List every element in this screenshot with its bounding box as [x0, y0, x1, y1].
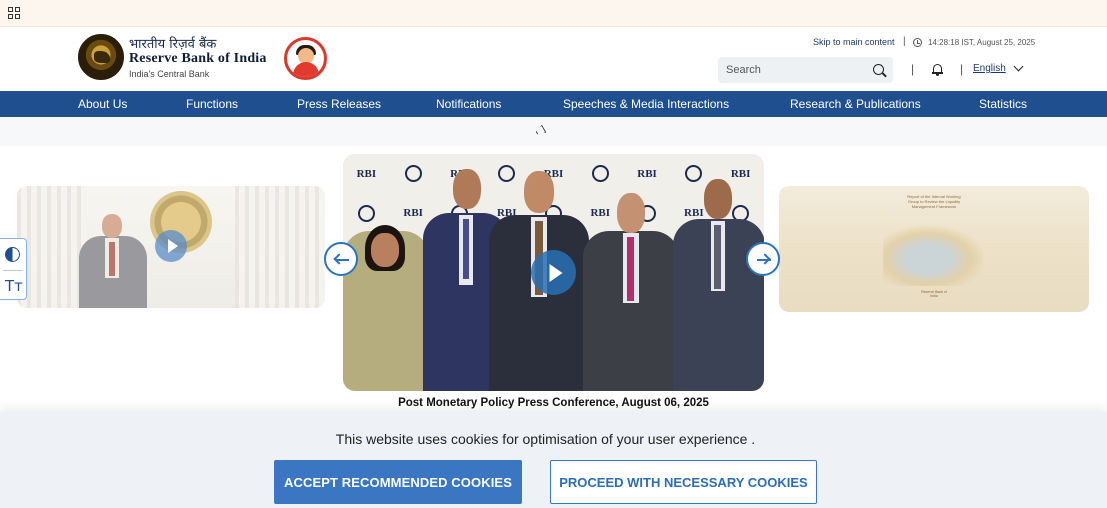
current-datetime: 14:28:18 IST, August 25, 2025	[928, 38, 1036, 47]
arrow-left-icon	[333, 253, 345, 265]
nav-item-statistics[interactable]: Statistics	[979, 91, 1027, 117]
carousel-caption[interactable]: Post Monetary Policy Press Conference, A…	[343, 397, 764, 409]
nav-item-research[interactable]: Research & Publications	[790, 91, 921, 117]
skip-to-main-link[interactable]: Skip to main content	[813, 37, 895, 47]
top-utility-bar	[0, 0, 1107, 27]
carousel-prev-button[interactable]	[324, 242, 358, 276]
brand-subtitle: India's Central Bank	[129, 69, 210, 79]
accessibility-toolbar: Tт	[0, 238, 27, 300]
brand-title-hindi[interactable]: भारतीय रिज़र्व बैंक	[129, 34, 216, 52]
person-image	[673, 173, 764, 391]
contrast-icon[interactable]	[5, 247, 20, 262]
play-icon[interactable]	[531, 250, 576, 295]
report-cover-title: Report of the Internal Working Group to …	[907, 194, 961, 209]
search-icon[interactable]	[873, 64, 884, 75]
separator: |	[960, 62, 964, 76]
search-input[interactable]	[718, 57, 868, 83]
carousel-next-button[interactable]	[746, 242, 780, 276]
person-image	[343, 191, 429, 391]
language-selector[interactable]: English	[973, 63, 1006, 74]
necessary-cookies-button[interactable]: PROCEED WITH NECESSARY COOKIES	[550, 460, 817, 504]
chevron-down-icon[interactable]	[1013, 61, 1024, 72]
rbi-emblem-icon[interactable]	[78, 34, 124, 80]
separator: |	[911, 62, 915, 76]
grid-icon[interactable]	[8, 7, 20, 19]
carousel-slide-active[interactable]: RBIRBIRBIRBIRBI RBIRBIRBIRBI RBIRBIRBIRB…	[343, 154, 764, 391]
nav-item-notifications[interactable]: Notifications	[436, 91, 501, 117]
report-cover-artwork	[883, 226, 983, 286]
carousel-slide-next[interactable]: Report of the Internal Working Group to …	[779, 186, 1089, 312]
site-header: भारतीय रिज़र्व बैंक Reserve Bank of Indi…	[0, 28, 1107, 90]
play-icon[interactable]	[155, 230, 187, 262]
person-image	[583, 187, 679, 391]
accept-cookies-button[interactable]: ACCEPT RECOMMENDED COOKIES	[274, 460, 522, 504]
nav-item-about-us[interactable]: About Us	[78, 91, 127, 117]
clock-icon	[913, 38, 922, 47]
carousel-slide-previous[interactable]	[17, 186, 325, 308]
announcement-bar	[0, 117, 1107, 146]
arrow-right-icon	[759, 253, 771, 265]
report-cover-footer: Reserve Bank of India	[921, 290, 947, 298]
main-navigation: About Us Functions Press Releases Notifi…	[0, 91, 1107, 117]
cookie-banner: This website uses cookies for optimisati…	[0, 412, 1107, 508]
bell-icon[interactable]	[932, 63, 943, 76]
nav-item-speeches[interactable]: Speeches & Media Interactions	[563, 91, 729, 117]
text-size-icon[interactable]: Tт	[5, 277, 23, 295]
cookie-message: This website uses cookies for optimisati…	[335, 431, 756, 447]
separator: |	[903, 36, 906, 47]
nav-item-functions[interactable]: Functions	[186, 91, 238, 117]
search-box[interactable]	[718, 57, 893, 83]
megaphone-icon[interactable]	[533, 123, 549, 139]
rbi-mascot-icon[interactable]	[284, 37, 327, 80]
divider	[3, 270, 23, 271]
nav-item-press-releases[interactable]: Press Releases	[297, 91, 381, 117]
brand-title-english[interactable]: Reserve Bank of India	[129, 51, 267, 67]
